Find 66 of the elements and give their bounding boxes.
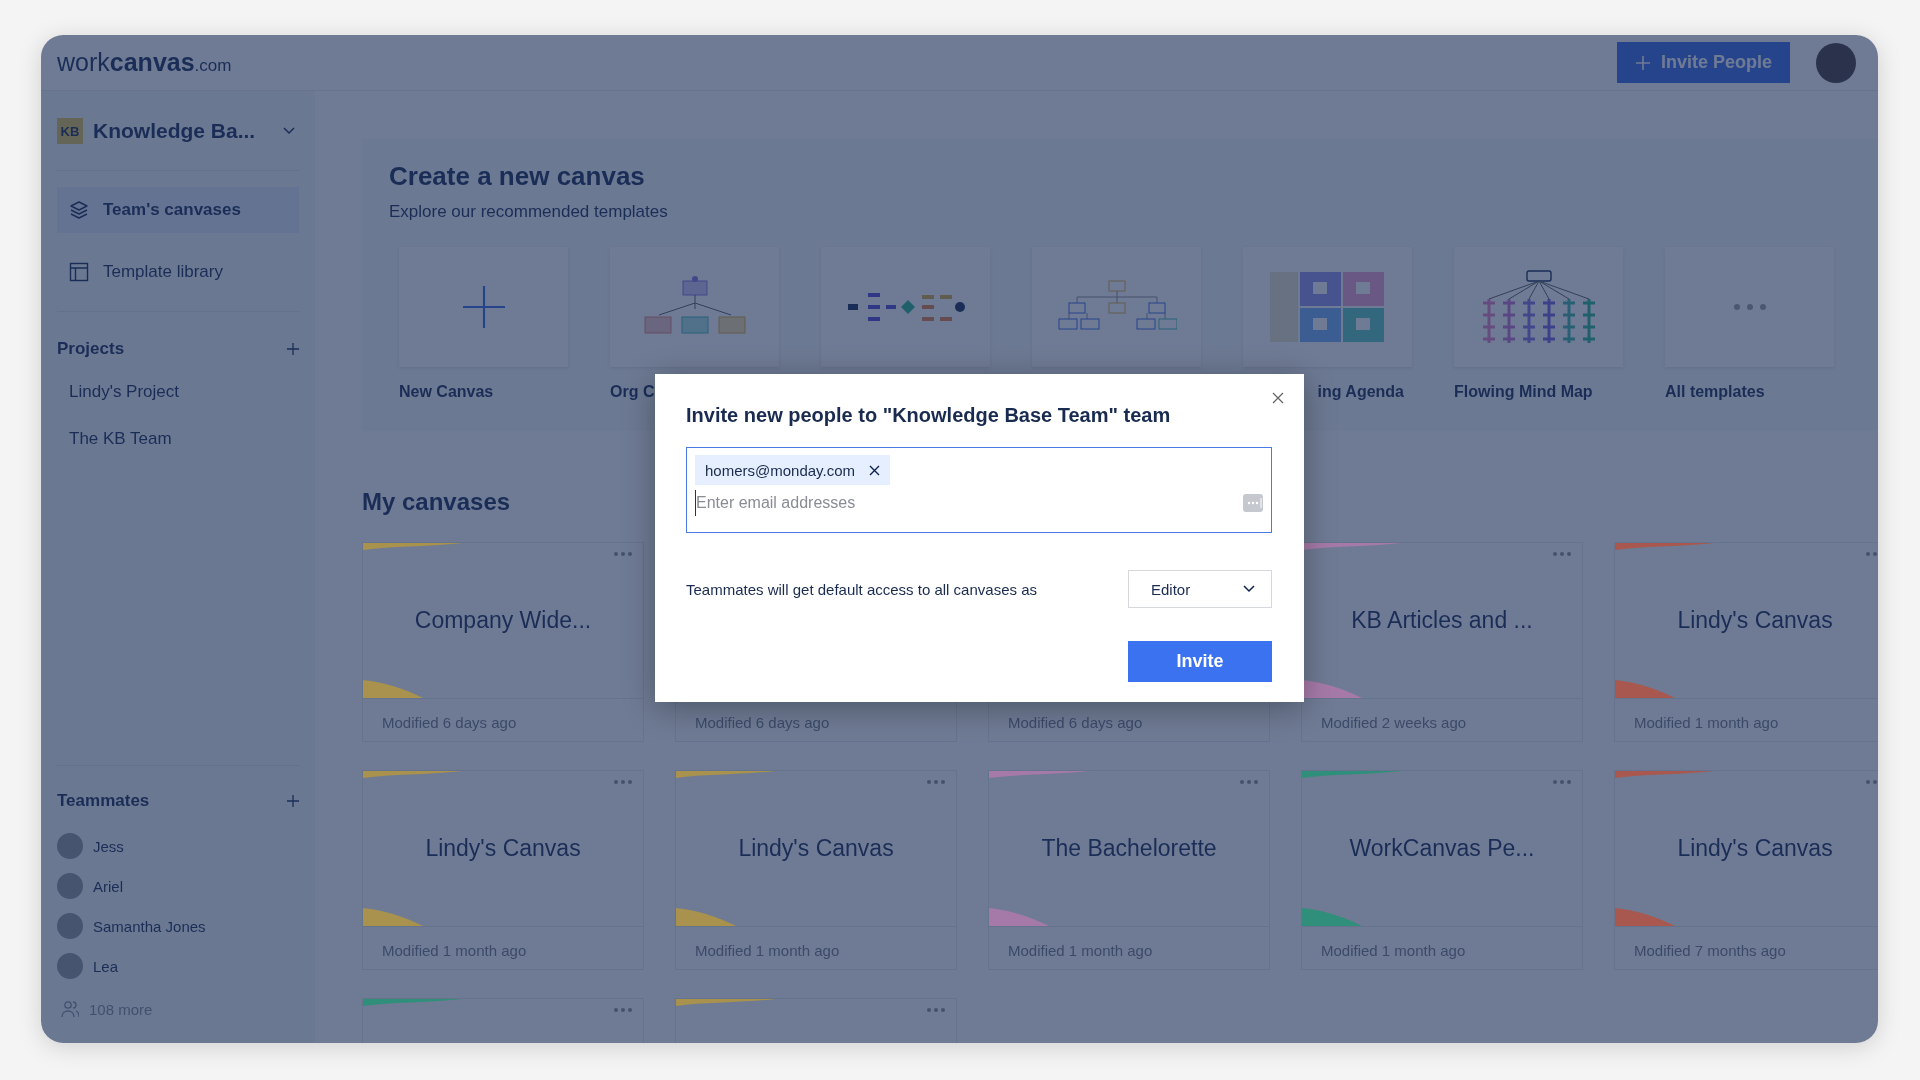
user-avatar[interactable] xyxy=(1816,42,1856,83)
canvas-title: The Bachelorette xyxy=(1041,835,1217,862)
more-icon[interactable] xyxy=(1552,551,1572,557)
template-label[interactable]: Flowing Mind Map xyxy=(1454,383,1623,401)
nav-item[interactable]: Team's canvases xyxy=(57,187,299,233)
recipients-field[interactable]: homers@monday.com Enter email addresses xyxy=(686,447,1272,533)
canvas-title: Company Wide... xyxy=(414,607,592,634)
avatar xyxy=(57,913,83,939)
canvas-title: Lindy's Canvas xyxy=(738,835,894,862)
teammate-name[interactable]: Jess xyxy=(93,837,124,855)
project-item[interactable]: Lindy's Project xyxy=(57,379,299,405)
more-icon[interactable] xyxy=(1552,779,1572,785)
keyboard-dots-icon xyxy=(1243,494,1263,512)
chevron-down-icon xyxy=(283,127,295,135)
avatar xyxy=(57,833,83,859)
template-label[interactable]: New Canvas xyxy=(399,383,568,401)
canvas-title: Lindy's Canvas xyxy=(1677,835,1833,862)
canvas-title: Lindy's Canvas xyxy=(425,835,581,862)
email-chip-text: homers@monday.com xyxy=(705,461,855,479)
invite-people-button[interactable]: Invite People xyxy=(1616,42,1790,83)
project-item[interactable]: The KB Team xyxy=(57,426,299,452)
plus-icon[interactable] xyxy=(287,795,299,807)
canvas-title: Lindy's Canvas xyxy=(1677,607,1833,634)
invite-button[interactable]: Invite xyxy=(1128,641,1272,682)
plus-icon xyxy=(1634,54,1651,71)
role-dropdown[interactable]: Editor xyxy=(1128,570,1272,608)
people-icon xyxy=(61,1000,79,1018)
more-icon[interactable] xyxy=(926,1007,946,1013)
template-card[interactable] xyxy=(610,247,779,367)
template-card[interactable] xyxy=(1454,247,1623,367)
section-title: Teammates xyxy=(57,791,150,811)
template-label[interactable]: All templates xyxy=(1665,383,1834,401)
more-icon[interactable] xyxy=(926,779,946,785)
more-icon[interactable] xyxy=(1239,779,1259,785)
remove-icon[interactable] xyxy=(869,464,880,476)
workspace-name[interactable]: Knowledge Ba... xyxy=(93,119,256,143)
teammate-name[interactable]: Ariel xyxy=(93,877,123,895)
layers-icon xyxy=(69,200,89,220)
more-icon[interactable] xyxy=(613,551,633,557)
access-description: Teammates will get default access to all canvases as xyxy=(686,580,1037,598)
section-title: Projects xyxy=(57,339,125,359)
more-icon[interactable] xyxy=(613,779,633,785)
teammate-name[interactable]: Samantha Jones xyxy=(93,917,206,935)
template-card[interactable] xyxy=(1665,247,1834,367)
more-icon[interactable] xyxy=(613,1007,633,1013)
close-icon[interactable] xyxy=(1272,392,1284,404)
avatar xyxy=(57,873,83,899)
more-icon xyxy=(1732,303,1767,311)
dialog-title: Invite new people to "Knowledge Base Team" team xyxy=(686,404,1172,427)
plus-icon[interactable] xyxy=(287,343,299,355)
layout-icon xyxy=(69,262,89,282)
template-card[interactable] xyxy=(1243,247,1412,367)
section-heading: My canvases xyxy=(362,488,511,516)
chevron-down-icon xyxy=(1243,585,1255,593)
avatar xyxy=(57,953,83,979)
canvas-title: WorkCanvas Pe... xyxy=(1349,835,1535,862)
section-heading: Create a new canvas xyxy=(389,161,646,192)
template-card[interactable] xyxy=(821,247,990,367)
workcanvas-logo: workcanvas.com xyxy=(57,48,232,77)
template-card[interactable] xyxy=(399,247,568,367)
workspace-badge: KB xyxy=(57,118,83,144)
teammate-name[interactable]: Lea xyxy=(93,957,119,975)
section-subtitle: Explore our recommended templates xyxy=(389,202,669,222)
canvas-title: KB Articles and ... xyxy=(1351,607,1533,634)
nav-item[interactable]: Template library xyxy=(57,249,299,295)
template-card[interactable] xyxy=(1032,247,1201,367)
